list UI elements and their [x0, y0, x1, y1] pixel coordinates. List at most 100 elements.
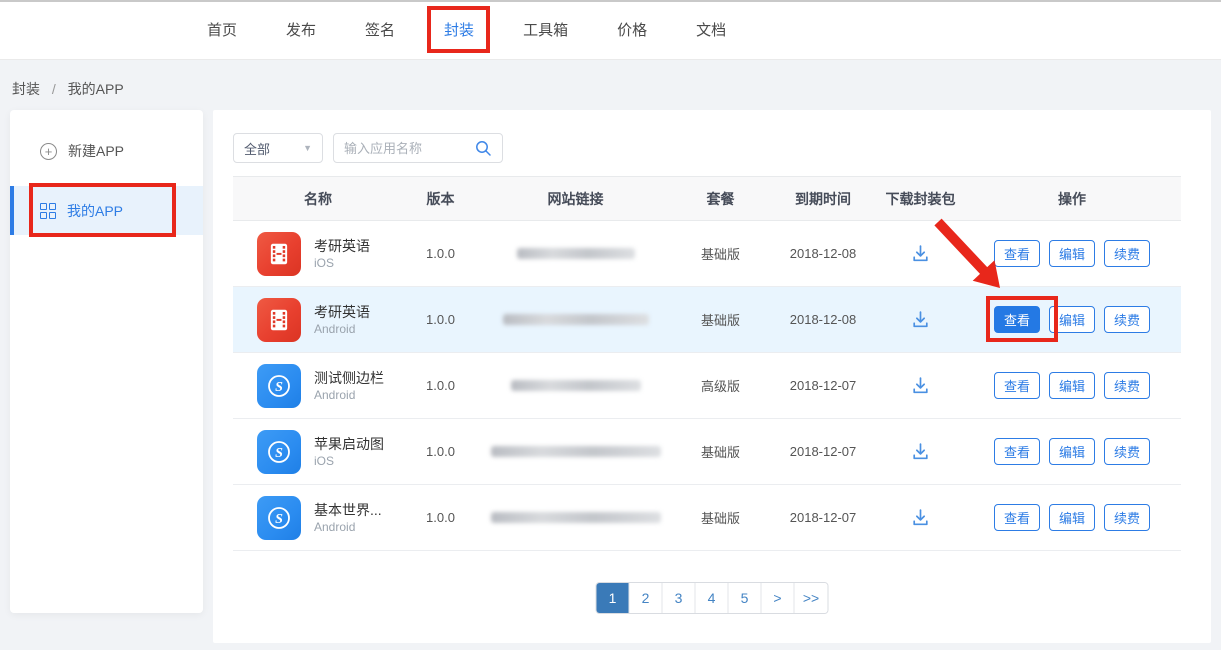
table-row: S 测试侧边栏 Android 1.0.0 高级版 2018-12-07	[233, 353, 1181, 419]
view-button[interactable]: 查看	[994, 240, 1040, 267]
app-name: 考研英语	[314, 303, 370, 321]
sidebar-item-label: 新建APP	[68, 141, 124, 161]
view-button[interactable]: 查看	[994, 372, 1040, 399]
app-version: 1.0.0	[403, 312, 478, 327]
search-box	[333, 133, 503, 163]
masked-link	[491, 512, 661, 523]
nav-item-publish[interactable]: 发布	[286, 21, 316, 41]
filter-dropdown-value: 全部	[244, 139, 270, 158]
page-button-2[interactable]: 2	[630, 583, 663, 613]
app-version: 1.0.0	[403, 510, 478, 525]
renew-button[interactable]: 续费	[1104, 438, 1150, 465]
app-plan: 基础版	[673, 310, 768, 329]
page-button-1[interactable]: 1	[597, 583, 630, 613]
plus-circle-icon: +	[40, 143, 57, 160]
edit-button[interactable]: 编辑	[1049, 438, 1095, 465]
nav-item-sign[interactable]: 签名	[365, 21, 395, 41]
renew-button[interactable]: 续费	[1104, 504, 1150, 531]
edit-button[interactable]: 编辑	[1049, 306, 1095, 333]
grid-icon	[40, 203, 56, 219]
app-name: 基本世界...	[314, 501, 382, 519]
table-row: 考研英语 iOS 1.0.0 基础版 2018-12-08 查看 编辑 续费	[233, 221, 1181, 287]
view-button-active[interactable]: 查看	[994, 306, 1040, 333]
breadcrumb: 封装 / 我的APP	[12, 79, 124, 99]
breadcrumb-section[interactable]: 封装	[12, 81, 40, 97]
sidebar-item-label: 我的APP	[67, 201, 123, 221]
search-input[interactable]	[344, 141, 462, 156]
app-version: 1.0.0	[403, 246, 478, 261]
app-name: 苹果启动图	[314, 435, 384, 453]
col-header-version: 版本	[403, 189, 478, 209]
page-button-4[interactable]: 4	[696, 583, 729, 613]
app-expiry: 2018-12-08	[768, 312, 878, 327]
download-icon[interactable]	[910, 441, 931, 462]
download-icon[interactable]	[910, 309, 931, 330]
page-button-3[interactable]: 3	[663, 583, 696, 613]
svg-text:S: S	[275, 380, 283, 395]
edit-button[interactable]: 编辑	[1049, 504, 1095, 531]
last-page-button[interactable]: >>	[795, 583, 828, 613]
svg-text:S: S	[275, 512, 283, 527]
nav-item-toolbox[interactable]: 工具箱	[523, 21, 568, 41]
download-icon[interactable]	[910, 243, 931, 264]
nav-item-price[interactable]: 价格	[617, 21, 647, 41]
col-header-expiry: 到期时间	[768, 189, 878, 209]
view-button[interactable]: 查看	[994, 504, 1040, 531]
app-plan: 基础版	[673, 244, 768, 263]
nav-item-home[interactable]: 首页	[207, 21, 237, 41]
app-plan: 高级版	[673, 376, 768, 395]
main-nav: 首页 发布 签名 封装 工具箱 价格 文档	[207, 21, 726, 41]
col-header-download: 下载封装包	[878, 189, 963, 209]
download-icon[interactable]	[910, 507, 931, 528]
top-header: 首页 发布 签名 封装 工具箱 价格 文档	[0, 2, 1221, 60]
renew-button[interactable]: 续费	[1104, 306, 1150, 333]
edit-button[interactable]: 编辑	[1049, 372, 1095, 399]
pagination: 1 2 3 4 5 > >>	[596, 582, 829, 614]
app-platform: Android	[314, 387, 384, 403]
s-logo-icon: S	[257, 496, 301, 540]
page-button-5[interactable]: 5	[729, 583, 762, 613]
masked-link	[511, 380, 641, 391]
nav-item-package[interactable]: 封装	[444, 21, 474, 41]
renew-button[interactable]: 续费	[1104, 240, 1150, 267]
edit-button[interactable]: 编辑	[1049, 240, 1095, 267]
app-expiry: 2018-12-07	[768, 510, 878, 525]
film-icon	[257, 298, 301, 342]
sidebar-item-new-app[interactable]: + 新建APP	[10, 138, 203, 164]
app-plan: 基础版	[673, 442, 768, 461]
s-logo-icon: S	[257, 430, 301, 474]
download-icon[interactable]	[910, 375, 931, 396]
film-icon	[257, 232, 301, 276]
app-platform: iOS	[314, 255, 370, 271]
sidebar-item-my-app[interactable]: 我的APP	[10, 186, 203, 235]
app-version: 1.0.0	[403, 378, 478, 393]
s-logo-icon: S	[257, 364, 301, 408]
sidebar: + 新建APP 我的APP	[10, 110, 203, 613]
col-header-name: 名称	[233, 189, 403, 209]
masked-link	[491, 446, 661, 457]
table-row: S 苹果启动图 iOS 1.0.0 基础版 2018-12-07	[233, 419, 1181, 485]
app-table: 名称 版本 网站链接 套餐 到期时间 下载封装包 操作	[233, 176, 1181, 551]
col-header-plan: 套餐	[673, 189, 768, 209]
caret-down-icon: ▼	[303, 143, 312, 153]
table-header-row: 名称 版本 网站链接 套餐 到期时间 下载封装包 操作	[233, 176, 1181, 221]
svg-text:S: S	[275, 446, 283, 461]
view-button[interactable]: 查看	[994, 438, 1040, 465]
search-icon[interactable]	[475, 140, 492, 157]
main-panel: 全部 ▼ 名称 版本 网站链接 套餐 到期时间 下载封装包 操作	[213, 110, 1211, 643]
renew-button[interactable]: 续费	[1104, 372, 1150, 399]
nav-item-docs[interactable]: 文档	[696, 21, 726, 41]
masked-link	[503, 314, 649, 325]
app-version: 1.0.0	[403, 444, 478, 459]
app-plan: 基础版	[673, 508, 768, 527]
table-row-highlighted: 考研英语 Android 1.0.0 基础版 2018-12-08 查看 编辑	[233, 287, 1181, 353]
app-expiry: 2018-12-07	[768, 378, 878, 393]
app-platform: iOS	[314, 453, 384, 469]
filter-toolbar: 全部 ▼	[233, 133, 503, 163]
next-page-button[interactable]: >	[762, 583, 795, 613]
col-header-link: 网站链接	[478, 189, 673, 209]
app-expiry: 2018-12-07	[768, 444, 878, 459]
breadcrumb-current: 我的APP	[68, 81, 124, 97]
masked-link	[517, 248, 635, 259]
filter-dropdown[interactable]: 全部 ▼	[233, 133, 323, 163]
